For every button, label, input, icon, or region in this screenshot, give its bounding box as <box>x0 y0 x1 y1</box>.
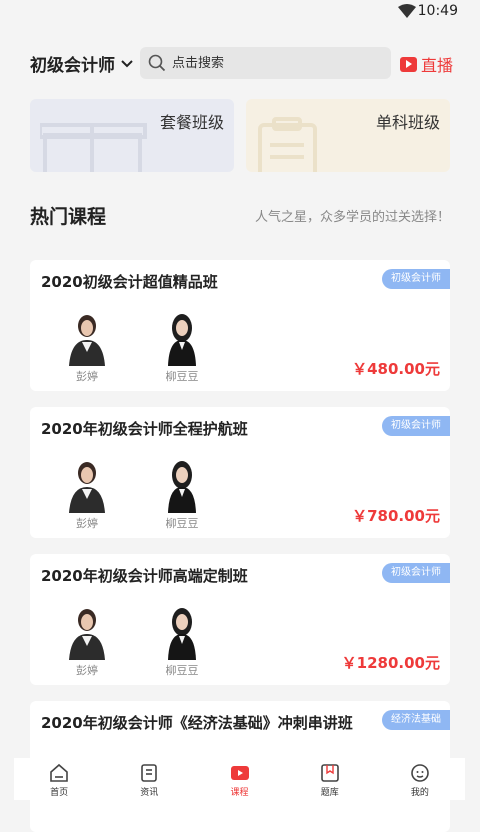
teacher: 彭婷 <box>62 312 112 386</box>
bottom-tab-bar: 首页 资讯 课程 题库 我的 <box>14 758 465 800</box>
section-title: 热门课程 <box>30 206 107 228</box>
teacher-name: 彭婷 <box>76 517 98 530</box>
status-time: 10:49 <box>417 3 458 19</box>
teacher-avatar <box>168 314 196 366</box>
home-icon <box>50 763 68 782</box>
single-subject-class-banner[interactable]: 单科班级 <box>246 99 450 172</box>
tab-label: 我的 <box>410 788 429 798</box>
teacher-name: 柳豆豆 <box>165 664 199 677</box>
teacher-name: 彭婷 <box>76 370 98 383</box>
single-subject-class-label: 单科班级 <box>375 113 440 132</box>
chevron-down-icon <box>121 59 133 67</box>
profile-icon <box>411 764 429 782</box>
tab-home[interactable]: 首页 <box>14 758 104 800</box>
teacher-avatar <box>69 462 105 513</box>
course-price: ￥480.00元 <box>352 360 440 378</box>
teacher: 彭婷 <box>62 606 112 680</box>
tab-label: 题库 <box>320 788 339 798</box>
teacher-avatar <box>69 609 105 660</box>
course-tag: 经济法基础 <box>382 710 450 730</box>
teacher: 柳豆豆 <box>157 459 207 533</box>
tab-course[interactable]: 课程 <box>194 758 284 800</box>
course-price: ￥780.00元 <box>352 507 440 525</box>
teacher: 彭婷 <box>62 459 112 533</box>
category-label: 初级会计师 <box>30 56 115 76</box>
tab-news[interactable]: 资讯 <box>104 758 194 800</box>
tab-label: 课程 <box>230 788 249 798</box>
gift-icon <box>40 123 147 172</box>
tab-label: 首页 <box>50 788 69 798</box>
package-class-banner[interactable]: 套餐班级 <box>30 99 234 172</box>
live-label: 直播 <box>421 56 454 75</box>
tab-question-bank[interactable]: 题库 <box>285 758 375 800</box>
search-box[interactable] <box>140 47 391 79</box>
course-card[interactable]: 2020年初级会计师全程护航班 初级会计师 彭婷 柳豆豆 ￥780.00元 <box>30 407 450 538</box>
teacher: 柳豆豆 <box>157 312 207 386</box>
question-bank-icon <box>320 764 339 782</box>
teacher-name: 柳豆豆 <box>165 517 199 530</box>
category-selector[interactable]: 初级会计师 <box>30 51 133 76</box>
course-tag: 初级会计师 <box>382 416 450 436</box>
search-input[interactable] <box>170 54 374 72</box>
course-card[interactable]: 2020初级会计超值精品班 初级会计师 彭婷 柳豆豆 ￥480.00元 <box>30 260 450 391</box>
course-tag: 初级会计师 <box>382 269 450 289</box>
course-title: 2020年初级会计师高端定制班 <box>41 567 248 585</box>
teacher-avatar <box>168 461 196 513</box>
course-title: 2020初级会计超值精品班 <box>41 273 218 291</box>
tab-profile[interactable]: 我的 <box>375 758 465 800</box>
teacher-avatar <box>168 608 196 660</box>
teacher-name: 彭婷 <box>76 664 98 677</box>
teacher-name: 柳豆豆 <box>165 370 199 383</box>
course-price: ￥1280.00元 <box>341 654 440 672</box>
live-tv-icon <box>400 56 417 72</box>
news-icon <box>141 764 158 782</box>
live-button[interactable]: 直播 <box>400 52 453 76</box>
course-icon <box>230 766 249 780</box>
status-bar: 10:49 <box>0 0 480 24</box>
teacher-avatar <box>69 315 105 366</box>
clipboard-icon <box>258 117 317 172</box>
course-tag: 初级会计师 <box>382 563 450 583</box>
teacher: 柳豆豆 <box>157 606 207 680</box>
course-title: 2020年初级会计师《经济法基础》冲刺串讲班 <box>41 714 353 732</box>
search-icon <box>148 54 166 72</box>
section-subtitle: 人气之星，众多学员的过关选择！ <box>254 210 450 225</box>
course-title: 2020年初级会计师全程护航班 <box>41 420 248 438</box>
course-card[interactable]: 2020年初级会计师高端定制班 初级会计师 彭婷 柳豆豆 ￥1280.00元 <box>30 554 450 685</box>
wifi-icon <box>398 4 416 18</box>
tab-label: 资讯 <box>140 788 159 798</box>
header: 初级会计师 直播 <box>0 44 480 84</box>
package-class-label: 套餐班级 <box>159 113 224 132</box>
